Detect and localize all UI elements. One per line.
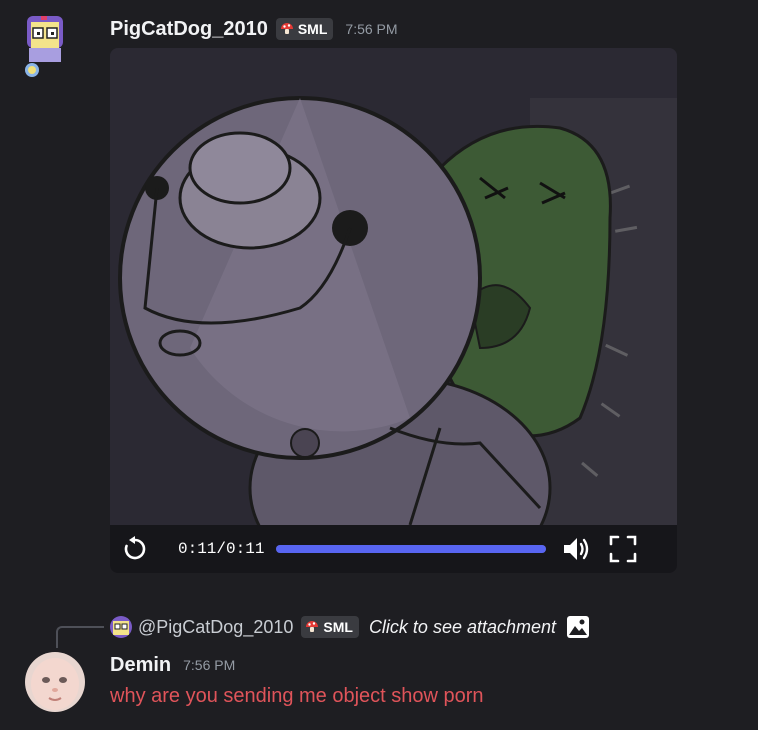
mushroom-icon bbox=[306, 621, 319, 632]
timestamp: 7:56 PM bbox=[183, 657, 236, 673]
avatar[interactable] bbox=[23, 14, 67, 78]
username[interactable]: PigCatDog_2010 bbox=[110, 18, 268, 41]
avatar[interactable] bbox=[25, 652, 85, 712]
reply-mention[interactable]: @PigCatDog_2010 bbox=[138, 617, 293, 638]
pixel-cat-avatar-icon bbox=[110, 616, 132, 638]
video-controls: 0:11/0:11 bbox=[110, 525, 677, 573]
replay-icon[interactable] bbox=[120, 534, 150, 564]
video-timecode: 0:11/0:11 bbox=[178, 540, 264, 558]
tag-label: SML bbox=[323, 619, 353, 635]
fullscreen-icon[interactable] bbox=[608, 534, 638, 564]
progress-fill bbox=[276, 545, 547, 553]
reply-avatar bbox=[110, 616, 132, 638]
volume-icon[interactable] bbox=[562, 534, 592, 564]
server-tag[interactable]: SML bbox=[301, 616, 359, 638]
mushroom-icon bbox=[280, 23, 293, 34]
message-header: PigCatDog_2010 SML 7:56 PM bbox=[110, 16, 398, 42]
duration: 0:11 bbox=[226, 540, 265, 558]
message-text: why are you sending me object show porn bbox=[110, 685, 484, 707]
progress-bar[interactable] bbox=[276, 545, 547, 553]
image-icon bbox=[566, 615, 590, 639]
reply-connector bbox=[56, 626, 104, 648]
username[interactable]: Demin bbox=[110, 654, 171, 677]
server-tag[interactable]: SML bbox=[275, 18, 334, 40]
message-header: Demin 7:56 PM bbox=[110, 652, 235, 678]
time-separator: / bbox=[216, 540, 227, 558]
reply-preview[interactable]: @PigCatDog_2010 SML Click to see attachm… bbox=[110, 614, 590, 640]
timestamp: 7:56 PM bbox=[345, 21, 398, 37]
reply-attachment-text[interactable]: Click to see attachment bbox=[369, 617, 556, 638]
tag-label: SML bbox=[297, 21, 328, 37]
video-attachment[interactable]: 0:11/0:11 bbox=[110, 48, 677, 573]
pixel-cat-avatar-icon bbox=[25, 16, 63, 77]
baby-face-avatar-icon bbox=[25, 652, 85, 712]
video-frame bbox=[110, 48, 677, 525]
current-time: 0:11 bbox=[178, 540, 217, 558]
